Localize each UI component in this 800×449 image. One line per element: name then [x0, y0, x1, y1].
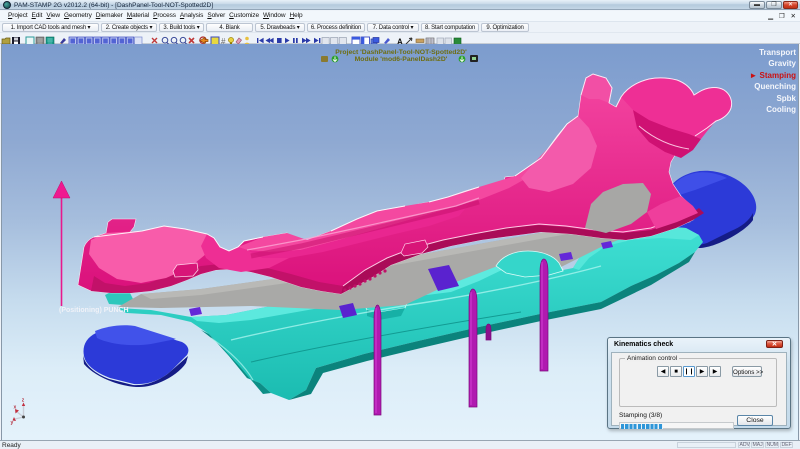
svg-text:y: y: [11, 420, 14, 426]
svg-text:z: z: [22, 398, 25, 404]
svg-text:x: x: [14, 405, 17, 411]
